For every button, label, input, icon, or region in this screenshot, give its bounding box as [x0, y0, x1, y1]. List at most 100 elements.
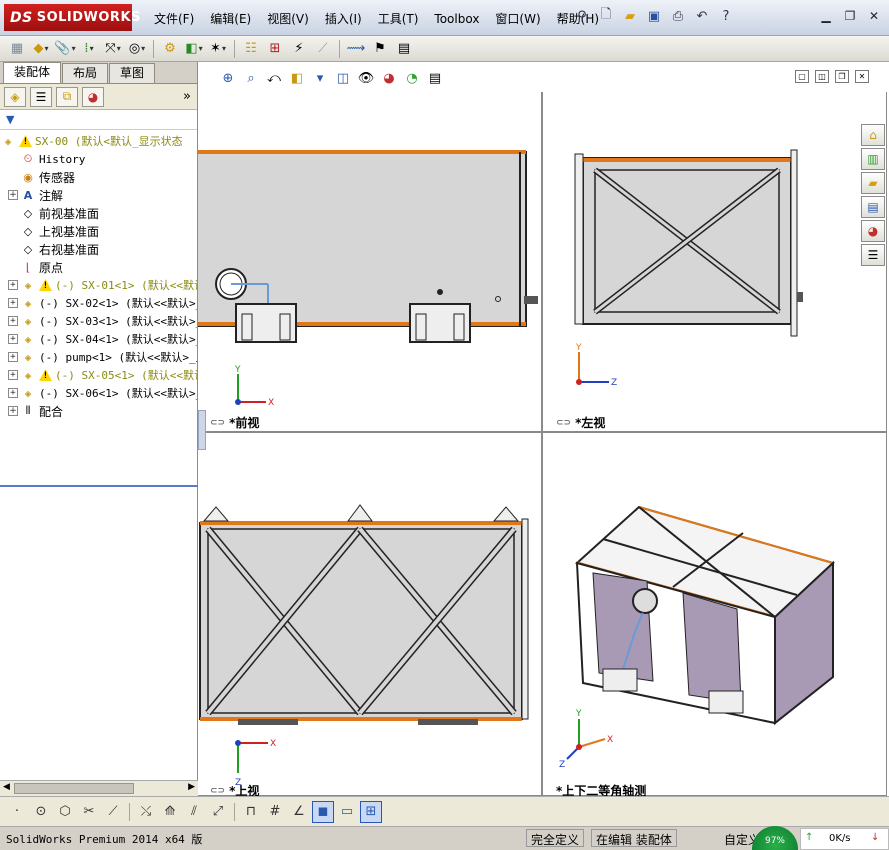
grid-icon[interactable]: # [264, 801, 286, 823]
viewport-left[interactable]: Y Z [542, 92, 887, 432]
display-style-icon[interactable]: ◫ [333, 68, 353, 88]
save-icon[interactable]: ▣ [644, 6, 664, 26]
offset-icon[interactable]: ⟰ [159, 801, 181, 823]
solidworks-logo[interactable]: DS SOLIDWORKS [4, 4, 140, 31]
expand-icon[interactable]: + [8, 370, 18, 380]
tree-item-sx06[interactable]: + ◈ (-) SX-06<1> (默认<<默认>_ [0, 384, 197, 402]
viewport-front[interactable]: Y X [198, 92, 542, 432]
property-manager-icon[interactable]: ☰ [30, 86, 52, 107]
undo-icon[interactable]: ↶ [692, 6, 712, 26]
move-entities-icon[interactable]: ⤢ [207, 801, 229, 823]
line-icon[interactable]: ⟋ [102, 801, 124, 823]
file-explorer-icon[interactable]: ▰ [861, 172, 885, 194]
open-folder-icon[interactable]: ▰ [620, 6, 640, 26]
tree-item-pump[interactable]: + ◈ (-) pump<1> (默认<<默认>_显 [0, 348, 197, 366]
extend-icon[interactable]: ⤯ [135, 801, 157, 823]
trim-icon[interactable]: ✂ [78, 801, 100, 823]
angle-icon[interactable]: ∠ [288, 801, 310, 823]
mate-icon[interactable]: 📎 [54, 38, 76, 60]
zoom-area-icon[interactable]: ⌕ [241, 68, 261, 88]
minimize-icon[interactable]: ▁ [817, 8, 835, 24]
tab-sketch[interactable]: 草图 [109, 63, 156, 83]
instant3d-icon[interactable]: ⟿ [345, 38, 367, 60]
more-tabs-icon[interactable]: » [183, 89, 191, 104]
feature-manager-icon[interactable]: ◈ [4, 86, 26, 107]
mirror-icon[interactable]: ⫽ [183, 801, 205, 823]
view-palette-icon[interactable]: ▤ [861, 196, 885, 218]
panel-horizontal-scrollbar[interactable]: ◀ ▶ [0, 780, 198, 796]
expand-icon[interactable]: + [8, 316, 18, 326]
exploded-view-icon[interactable]: ⊞ [264, 38, 286, 60]
tree-item-annotations[interactable]: + A 注解 [0, 186, 197, 204]
tree-item-history[interactable]: ⏲ History [0, 150, 197, 168]
single-view-icon[interactable]: ▢ [795, 70, 809, 83]
scroll-left-icon[interactable]: ◀ [3, 782, 10, 792]
graphics-area[interactable]: ⊕ ⌕ ⤺ ◧ ▾ ◫ 👁 ◕ ◔ ▤ ▢ ◫ ❐ ✕ Y X ⊂⊃ *前视 Y… [198, 62, 889, 798]
assembly-features-icon[interactable]: ⚙ [159, 38, 181, 60]
tree-item-front-plane[interactable]: ◇ 前视基准面 [0, 204, 197, 222]
viewport-isometric[interactable]: Y X Z [542, 432, 887, 796]
tree-item-sx05[interactable]: + ◈ ! (-) SX-05<1> (默认<<默认 [0, 366, 197, 384]
filter-icon[interactable]: ▼ [6, 113, 14, 126]
close-icon[interactable]: ✕ [865, 8, 883, 24]
bill-of-materials-icon[interactable]: ☷ [240, 38, 262, 60]
restore-icon[interactable]: ❐ [841, 8, 859, 24]
menu-window[interactable]: 窗口(W) [487, 10, 548, 28]
shaded-box-icon[interactable]: ◼ [312, 800, 334, 823]
menu-file[interactable]: 文件(F) [146, 10, 202, 28]
appearances-scenes-icon[interactable]: ◕ [861, 220, 885, 242]
tree-item-sx02[interactable]: + ◈ (-) SX-02<1> (默认<<默认>_ [0, 294, 197, 312]
linear-pattern-icon[interactable]: ⁞ [78, 38, 100, 60]
custom-properties-icon[interactable]: ☰ [861, 244, 885, 266]
tree-item-origin[interactable]: ⌊ 原点 [0, 258, 197, 276]
show-hidden-icon[interactable]: ◎ [126, 38, 148, 60]
expand-icon[interactable]: + [8, 334, 18, 344]
expand-icon[interactable]: + [8, 388, 18, 398]
speedpak-icon[interactable]: ▤ [393, 38, 415, 60]
scroll-thumb[interactable] [14, 783, 134, 794]
circle-icon[interactable]: ⊙ [30, 801, 52, 823]
polygon-icon[interactable]: ⬡ [54, 801, 76, 823]
menu-edit[interactable]: 编辑(E) [202, 10, 259, 28]
panel-collapse-handle[interactable] [198, 410, 206, 450]
solidworks-resources-icon[interactable]: ⌂ [861, 124, 885, 146]
menu-view[interactable]: 视图(V) [259, 10, 317, 28]
view-settings-icon[interactable]: ▤ [425, 68, 445, 88]
menu-tools[interactable]: 工具(T) [370, 10, 427, 28]
reference-geometry-icon[interactable]: ◧ [183, 38, 205, 60]
tree-item-top-plane[interactable]: ◇ 上视基准面 [0, 222, 197, 240]
tree-item-mates[interactable]: + ⫴ 配合 [0, 402, 197, 420]
explode-line-sketch-icon[interactable]: ⚡ [288, 38, 310, 60]
view-orientation-icon[interactable]: ▾ [310, 68, 330, 88]
large-assembly-mode-icon[interactable]: ⚑ [369, 38, 391, 60]
menu-toolbox[interactable]: Toolbox [426, 10, 487, 28]
two-view-icon[interactable]: ◫ [815, 70, 829, 83]
tab-assembly[interactable]: 装配体 [3, 62, 62, 83]
edit-appearance-icon[interactable]: ◕ [379, 68, 399, 88]
point-icon[interactable]: · [6, 801, 28, 823]
expand-icon[interactable]: + [8, 190, 18, 200]
link-views-icon[interactable]: ⊂⊃ [210, 418, 225, 428]
window-layout-icon[interactable]: ▭ [336, 801, 358, 823]
expand-icon[interactable]: + [8, 406, 18, 416]
interference-detection-icon[interactable]: ⟋ [312, 38, 334, 60]
tree-item-sensors[interactable]: ◉ 传感器 [0, 168, 197, 186]
apply-scene-icon[interactable]: ◔ [402, 68, 422, 88]
tree-item-right-plane[interactable]: ◇ 右视基准面 [0, 240, 197, 258]
new-motion-study-icon[interactable]: ✶ [207, 38, 229, 60]
print-icon[interactable]: ⎙ [668, 6, 688, 26]
tab-layout[interactable]: 布局 [62, 63, 109, 83]
viewport-top[interactable]: Z X [198, 432, 542, 796]
restore-viewport-icon[interactable]: ❐ [835, 70, 849, 83]
scroll-right-icon[interactable]: ▶ [188, 782, 195, 792]
link-views-icon[interactable]: ⊂⊃ [210, 786, 225, 796]
tree-item-sx01[interactable]: + ◈ ! (-) SX-01<1> (默认<<默认 [0, 276, 197, 294]
hide-show-items-icon[interactable]: 👁 [356, 68, 376, 88]
menu-insert[interactable]: 插入(I) [317, 10, 370, 28]
viewport-left-label[interactable]: ⊂⊃ *左视 [556, 414, 605, 431]
close-viewport-icon[interactable]: ✕ [855, 70, 869, 83]
help-icon[interactable]: ? [716, 6, 736, 26]
zoom-to-fit-icon[interactable]: ⊕ [218, 68, 238, 88]
panel-divider[interactable] [0, 485, 198, 487]
design-library-icon[interactable]: ▥ [861, 148, 885, 170]
